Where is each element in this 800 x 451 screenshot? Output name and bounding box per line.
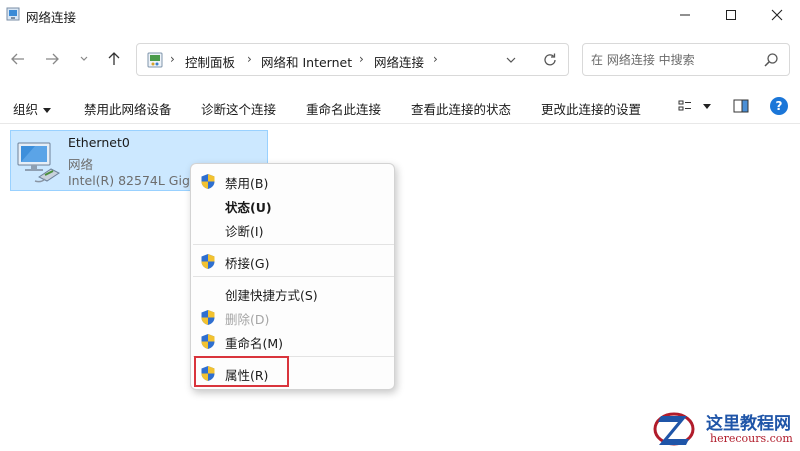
search-input[interactable]	[591, 51, 751, 69]
breadcrumb-control-panel[interactable]: 控制面板	[185, 52, 235, 71]
view-status-button[interactable]: 查看此连接的状态	[411, 99, 511, 118]
watermark-url: herecours.com	[710, 432, 793, 445]
chevron-down-icon[interactable]	[503, 53, 519, 67]
menu-item-label: 桥接(G)	[225, 256, 270, 271]
menu-item-label: 创建快捷方式(S)	[225, 288, 318, 303]
menu-item-diagnose[interactable]: 诊断(I)	[191, 217, 396, 241]
disable-device-button[interactable]: 禁用此网络设备	[84, 99, 172, 118]
properties-highlight-box	[194, 356, 289, 387]
menu-item-label: 重命名(M)	[225, 336, 284, 351]
refresh-icon[interactable]	[541, 51, 559, 69]
maximize-icon	[726, 10, 736, 20]
change-settings-button[interactable]: 更改此连接的设置	[541, 99, 641, 118]
help-icon[interactable]: ?	[770, 97, 788, 115]
title-bar: 网络连接	[0, 0, 800, 30]
arrow-right-icon	[46, 53, 59, 65]
forward-button[interactable]	[40, 47, 64, 71]
organize-label: 组织	[13, 102, 39, 117]
address-bar[interactable]: › 控制面板 › 网络和 Internet › 网络连接 ›	[136, 43, 569, 76]
control-panel-icon	[147, 52, 163, 68]
rename-connection-button[interactable]: 重命名此连接	[306, 99, 381, 118]
minimize-icon	[680, 14, 690, 16]
back-button[interactable]	[6, 47, 30, 71]
menu-item-rename[interactable]: 重命名(M)	[191, 329, 396, 353]
menu-item-label: 禁用(B)	[225, 176, 269, 191]
caret-down-icon[interactable]	[703, 104, 711, 109]
uac-shield-icon	[201, 174, 215, 189]
ethernet-adapter-icon	[17, 142, 60, 183]
breadcrumb-separator-icon: ›	[247, 52, 252, 66]
connection-name: Ethernet0	[68, 135, 130, 150]
menu-separator	[193, 276, 394, 277]
menu-item-create-shortcut[interactable]: 创建快捷方式(S)	[191, 281, 396, 305]
search-box[interactable]	[582, 43, 790, 76]
menu-item-bridge[interactable]: 桥接(G)	[191, 249, 396, 273]
up-button[interactable]	[102, 47, 126, 71]
maximize-button[interactable]	[708, 0, 754, 30]
diagnose-connection-button[interactable]: 诊断这个连接	[201, 99, 276, 118]
search-icon[interactable]	[763, 52, 779, 68]
menu-separator	[193, 244, 394, 245]
menu-item-label: 删除(D)	[225, 312, 270, 327]
chevron-down-icon	[80, 56, 88, 61]
breadcrumb-separator-icon: ›	[170, 52, 175, 66]
caret-down-icon	[43, 108, 52, 113]
uac-shield-icon	[201, 254, 215, 269]
uac-shield-icon	[201, 310, 215, 325]
close-icon	[771, 9, 783, 21]
connection-status: 网络	[68, 157, 94, 172]
window-title: 网络连接	[26, 10, 77, 25]
recent-locations-button[interactable]	[72, 47, 96, 71]
minimize-button[interactable]	[662, 0, 708, 30]
close-button[interactable]	[754, 0, 800, 30]
network-connections-icon	[6, 7, 20, 21]
arrow-up-icon	[108, 52, 120, 65]
arrow-left-icon	[11, 53, 24, 65]
menu-item-disable[interactable]: 禁用(B)	[191, 169, 396, 193]
menu-item-delete: 删除(D)	[191, 305, 396, 329]
site-logo	[653, 412, 695, 446]
preview-pane-icon[interactable]	[733, 99, 749, 113]
uac-shield-icon	[201, 334, 215, 349]
breadcrumb-separator-icon: ›	[359, 52, 364, 66]
menu-item-label: 诊断(I)	[225, 224, 264, 239]
view-options-icon[interactable]	[678, 99, 692, 113]
menu-item-status[interactable]: 状态(U)	[191, 193, 396, 217]
organize-menu[interactable]: 组织	[13, 99, 52, 118]
breadcrumb-network-connections[interactable]: 网络连接	[374, 52, 424, 71]
menu-item-label: 状态(U)	[225, 200, 272, 215]
breadcrumb-separator-icon: ›	[433, 52, 438, 66]
watermark-site-name: 这里教程网	[706, 414, 791, 434]
breadcrumb-network-internet[interactable]: 网络和 Internet	[261, 52, 352, 71]
